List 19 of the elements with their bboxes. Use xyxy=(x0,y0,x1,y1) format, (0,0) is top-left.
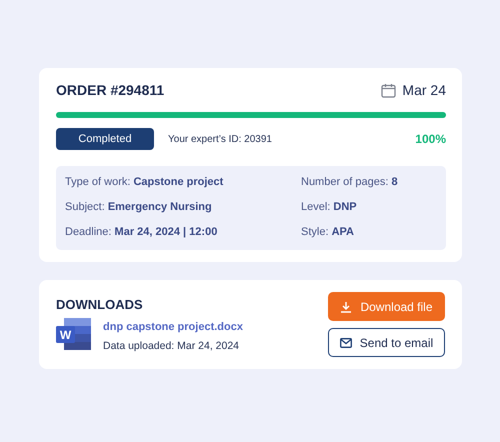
order-title: ORDER #294811 xyxy=(56,82,164,98)
progress-percent: 100% xyxy=(415,132,446,146)
detail-text: Style: APA xyxy=(301,225,355,239)
expert-id: Your expert’s ID: 20391 xyxy=(168,134,273,144)
mail-icon xyxy=(340,338,352,348)
download-button[interactable]: Download file xyxy=(328,292,445,321)
detail-text: Number of pages: 8 xyxy=(301,175,399,189)
detail-text: Level: DNP xyxy=(301,200,358,214)
detail-text: Deadline: Mar 24, 2024 | 12:00 xyxy=(65,225,218,239)
file-name-link[interactable]: dnp capstone project.docx xyxy=(103,321,243,333)
detail-text: Subject: Emergency Nursing xyxy=(65,200,213,214)
order-date: Mar 24 xyxy=(402,82,446,98)
downloads-title: DOWNLOADS xyxy=(56,297,144,312)
download-icon xyxy=(340,300,352,312)
upload-date: Data uploaded: Mar 24, 2024 xyxy=(103,340,240,352)
status-badge: Completed xyxy=(56,128,154,150)
calendar-icon xyxy=(381,82,396,98)
detail-text: Type of work: Capstone project xyxy=(65,175,224,189)
email-button[interactable]: Send to email xyxy=(328,328,445,357)
